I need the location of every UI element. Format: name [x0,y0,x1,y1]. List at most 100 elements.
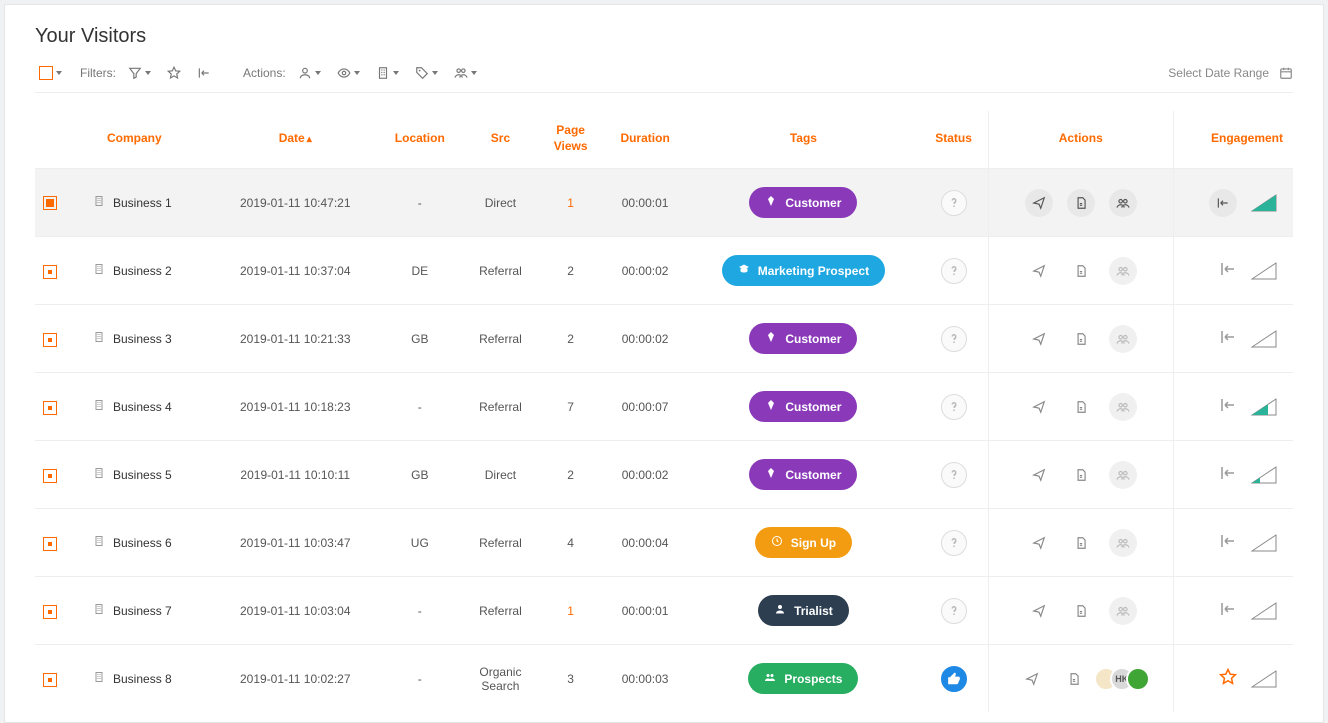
action-send-button[interactable] [1018,665,1046,693]
col-tags[interactable]: Tags [687,111,919,169]
action-eye-button[interactable] [333,64,364,82]
tag-pill[interactable]: Sign Up [755,527,852,558]
cell-views: 2 [538,441,602,509]
table-row[interactable]: Business 4 2019-01-11 10:18:23 - Referra… [35,373,1293,441]
tag-pill[interactable]: Customer [749,323,857,354]
engagement-enter-button[interactable] [1219,328,1237,349]
col-location[interactable]: Location [377,111,462,169]
tag-pill[interactable]: Marketing Prospect [722,255,885,286]
row-checkbox[interactable] [43,537,57,551]
filter-star-button[interactable] [163,64,185,82]
col-duration[interactable]: Duration [603,111,688,169]
building-icon [93,399,105,414]
tag-pill[interactable]: Prospects [748,663,858,694]
select-all-checkbox[interactable] [35,64,66,82]
col-engagement[interactable]: Engagement [1173,111,1293,169]
action-send-button[interactable] [1025,461,1053,489]
action-pdf-button[interactable] [1060,665,1088,693]
action-assign-button[interactable] [1109,257,1137,285]
company-name[interactable]: Business 1 [113,196,172,210]
action-user-button[interactable] [294,64,325,82]
action-send-button[interactable] [1025,325,1053,353]
company-name[interactable]: Business 4 [113,400,172,414]
action-assign-button[interactable] [1109,461,1137,489]
status-unknown[interactable] [941,190,967,216]
action-pdf-button[interactable] [1067,189,1095,217]
company-name[interactable]: Business 5 [113,468,172,482]
company-name[interactable]: Business 6 [113,536,172,550]
chevron-down-icon [432,71,438,75]
action-pdf-button[interactable] [1067,529,1095,557]
cell-views: 1 [538,169,602,237]
row-checkbox[interactable] [43,673,57,687]
chevron-down-icon [145,71,151,75]
engagement-star-button[interactable] [1219,668,1237,689]
engagement-enter-button[interactable] [1219,464,1237,485]
cell-location: UG [377,509,462,577]
engagement-enter-button[interactable] [1219,532,1237,553]
cell-views: 3 [538,645,602,713]
cell-duration: 00:00:07 [603,373,688,441]
action-pdf-button[interactable] [1067,461,1095,489]
col-date[interactable]: Date▴ [213,111,377,169]
tag-pill[interactable]: Customer [749,187,857,218]
table-row[interactable]: Business 8 2019-01-11 10:02:27 - Organic… [35,645,1293,713]
filter-enter-button[interactable] [193,64,215,82]
company-name[interactable]: Business 8 [113,672,172,686]
action-send-button[interactable] [1025,393,1053,421]
row-checkbox[interactable] [43,401,57,415]
row-checkbox[interactable] [43,333,57,347]
status-unknown[interactable] [941,326,967,352]
action-assign-button[interactable] [1109,325,1137,353]
clock-icon [771,535,783,550]
status-unknown[interactable] [941,394,967,420]
col-src[interactable]: Src [462,111,538,169]
engagement-enter-button[interactable] [1209,189,1237,217]
col-page-views[interactable]: Page Views [538,111,602,169]
row-checkbox[interactable] [43,196,57,210]
row-checkbox[interactable] [43,265,57,279]
action-group-button[interactable] [450,64,481,82]
row-checkbox[interactable] [43,469,57,483]
status-thumbs-up[interactable] [941,666,967,692]
tag-icon [415,66,429,80]
actions-label: Actions: [243,66,286,80]
tag-pill[interactable]: Customer [749,391,857,422]
table-row[interactable]: Business 6 2019-01-11 10:03:47 UG Referr… [35,509,1293,577]
action-assign-button[interactable] [1109,189,1137,217]
action-pdf-button[interactable] [1067,393,1095,421]
tag-pill[interactable]: Customer [749,459,857,490]
action-send-button[interactable] [1025,529,1053,557]
assignee-avatars[interactable]: HK [1102,667,1150,691]
company-name[interactable]: Business 2 [113,264,172,278]
col-status[interactable]: Status [919,111,988,169]
action-send-button[interactable] [1025,189,1053,217]
action-assign-button[interactable] [1109,529,1137,557]
engagement-enter-button[interactable] [1219,260,1237,281]
cell-date: 2019-01-11 10:10:11 [213,441,377,509]
status-unknown[interactable] [941,462,967,488]
group-icon [454,66,468,80]
company-name[interactable]: Business 3 [113,332,172,346]
col-actions[interactable]: Actions [988,111,1173,169]
status-unknown[interactable] [941,258,967,284]
table-row[interactable]: Business 1 2019-01-11 10:47:21 - Direct … [35,169,1293,237]
checkbox-icon [39,66,53,80]
table-row[interactable]: Business 5 2019-01-11 10:10:11 GB Direct… [35,441,1293,509]
cell-src: Direct [462,169,538,237]
action-send-button[interactable] [1025,257,1053,285]
action-assign-button[interactable] [1109,393,1137,421]
table-row[interactable]: Business 2 2019-01-11 10:37:04 DE Referr… [35,237,1293,305]
row-checkbox[interactable] [43,605,57,619]
status-unknown[interactable] [941,530,967,556]
action-building-button[interactable] [372,64,403,82]
action-pdf-button[interactable] [1067,325,1095,353]
action-pdf-button[interactable] [1067,257,1095,285]
table-row[interactable]: Business 3 2019-01-11 10:21:33 GB Referr… [35,305,1293,373]
action-tag-button[interactable] [411,64,442,82]
col-company[interactable]: Company [65,111,213,169]
filter-funnel-button[interactable] [124,64,155,82]
chevron-down-icon [471,71,477,75]
date-range-picker[interactable]: Select Date Range [1168,66,1293,80]
engagement-enter-button[interactable] [1219,396,1237,417]
